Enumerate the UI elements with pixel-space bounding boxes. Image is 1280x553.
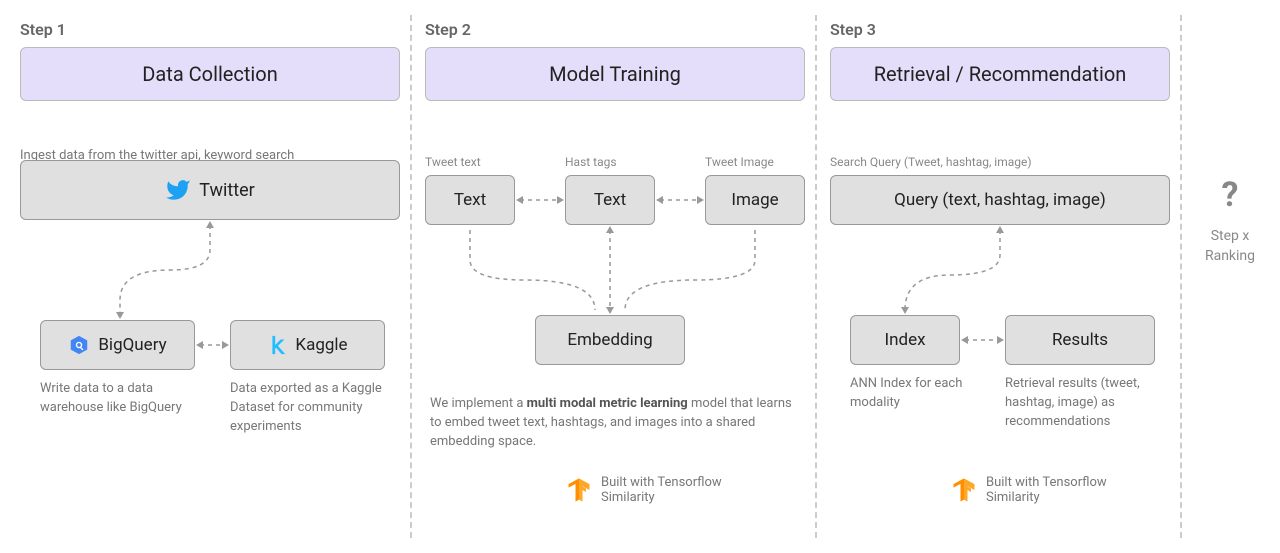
step2-caption: We implement a multi modal metric learni… — [430, 395, 805, 452]
step1-column: Step 1 Data Collection Ingest data from … — [20, 20, 400, 530]
index-caption: ANN Index for each modality — [850, 375, 970, 413]
kaggle-text: Kaggle — [295, 335, 347, 355]
question-mark-icon: ? — [1190, 175, 1270, 215]
step3-column: Step 3 Retrieval / Recommendation Search… — [830, 20, 1170, 530]
tensorflow-badge-step2: Built with Tensorflow Similarity — [565, 475, 741, 505]
bigquery-text: BigQuery — [98, 335, 166, 355]
step1-label: Step 1 — [20, 20, 400, 39]
bigquery-icon — [68, 334, 90, 356]
divider-1 — [410, 15, 412, 538]
twitter-text: Twitter — [199, 180, 255, 201]
twitter-box: Twitter — [20, 160, 400, 220]
kaggle-box: Kaggle — [230, 320, 385, 370]
tweet-image-label: Tweet Image — [705, 155, 774, 169]
twitter-icon — [165, 177, 191, 203]
tensorflow-icon — [950, 476, 978, 504]
step2-column: Step 2 Model Training Tweet text Hast ta… — [425, 20, 805, 530]
query-box: Query (text, hashtag, image) — [830, 175, 1170, 225]
results-box: Results — [1005, 315, 1155, 365]
divider-2 — [815, 15, 817, 538]
index-box: Index — [850, 315, 960, 365]
stepx-label: Step x Ranking — [1190, 227, 1270, 266]
tweet-text-label: Tweet text — [425, 155, 481, 169]
step3-label: Step 3 — [830, 20, 1170, 39]
step1-header: Data Collection — [20, 47, 400, 101]
step2-label: Step 2 — [425, 20, 805, 39]
step2-header: Model Training — [425, 47, 805, 101]
image-box: Image — [705, 175, 805, 225]
divider-3 — [1180, 15, 1182, 538]
hashtags-label: Hast tags — [565, 155, 617, 169]
results-caption: Retrieval results (tweet, hashtag, image… — [1005, 375, 1165, 432]
tensorflow-icon — [565, 476, 593, 504]
bigquery-caption: Write data to a data warehouse like BigQ… — [40, 380, 195, 418]
kaggle-icon — [267, 334, 287, 356]
text1-box: Text — [425, 175, 515, 225]
tensorflow-badge-step3: Built with Tensorflow Similarity — [950, 475, 1126, 505]
stepx-column: ? Step x Ranking — [1190, 20, 1270, 530]
bigquery-box: BigQuery — [40, 320, 195, 370]
kaggle-caption: Data exported as a Kaggle Dataset for co… — [230, 380, 390, 437]
step3-header: Retrieval / Recommendation — [830, 47, 1170, 101]
text2-box: Text — [565, 175, 655, 225]
query-label: Search Query (Tweet, hashtag, image) — [830, 155, 1032, 169]
embedding-box: Embedding — [535, 315, 685, 365]
